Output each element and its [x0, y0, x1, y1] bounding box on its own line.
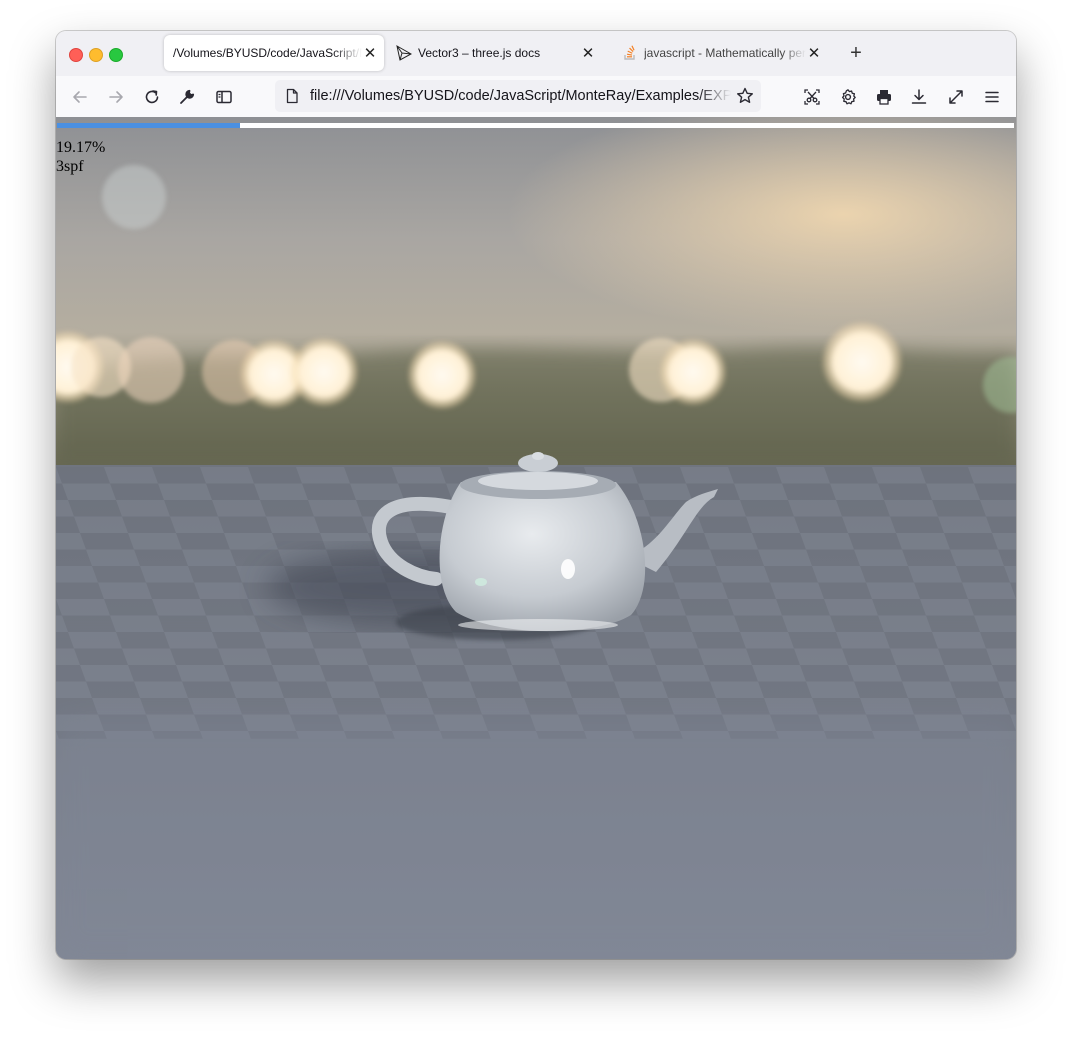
close-window-button[interactable]	[69, 48, 83, 62]
render-progress-fill	[57, 123, 241, 128]
maximize-window-button[interactable]	[109, 48, 123, 62]
back-icon	[73, 91, 87, 103]
settings-icon	[841, 89, 856, 105]
render-progress-bar	[57, 123, 1014, 128]
page-content: 19.17% 3spf	[56, 117, 1016, 959]
tab-label: Vector3 – three.js docs	[418, 46, 541, 60]
print-button[interactable]	[871, 84, 897, 110]
sidebar-button[interactable]	[211, 84, 237, 110]
close-tab-icon[interactable]: ✕	[806, 45, 822, 62]
tools-button[interactable]	[174, 84, 200, 110]
tab-label: javascript - Mathematically perfect	[644, 46, 806, 60]
progress-percent-text: 19.17%	[56, 139, 106, 156]
print-icon	[877, 90, 891, 105]
tab-label: /Volumes/BYUSD/code/JavaScript/MonteRay/…	[173, 46, 362, 60]
menu-icon	[985, 91, 999, 103]
back-button[interactable]	[67, 84, 93, 110]
tab-active[interactable]: /Volumes/BYUSD/code/JavaScript/MonteRay/…	[164, 35, 384, 71]
bookmark-star-icon[interactable]	[735, 86, 755, 106]
tab-threejs-docs[interactable]: Vector3 – three.js docs ✕	[386, 35, 602, 71]
close-tab-icon[interactable]: ✕	[362, 45, 378, 62]
close-tab-icon[interactable]: ✕	[580, 45, 596, 62]
browser-window: /Volumes/BYUSD/code/JavaScript/MonteRay/…	[56, 31, 1016, 959]
download-icon	[911, 89, 927, 104]
samples-per-frame-text: 3spf	[56, 158, 84, 175]
screenshot-button[interactable]	[799, 84, 825, 110]
url-text[interactable]: file:///Volumes/BYUSD/code/JavaScript/Mo…	[310, 88, 731, 104]
tab-strip: /Volumes/BYUSD/code/JavaScript/MonteRay/…	[56, 31, 1016, 76]
fullscreen-button[interactable]	[943, 84, 969, 110]
reload-icon	[145, 90, 159, 104]
page-icon	[286, 88, 298, 104]
render-canvas[interactable]	[56, 117, 1016, 959]
forward-icon	[109, 91, 123, 103]
settings-button[interactable]	[835, 84, 861, 110]
wrench-icon	[180, 89, 195, 104]
render-stats: 19.17% 3spf	[56, 138, 105, 176]
stackoverflow-icon	[622, 45, 638, 61]
app-menu-button[interactable]	[979, 84, 1005, 110]
reload-button[interactable]	[139, 84, 165, 110]
threejs-icon	[396, 45, 412, 61]
fullscreen-icon	[949, 90, 963, 104]
forward-button[interactable]	[103, 84, 129, 110]
minimize-window-button[interactable]	[89, 48, 103, 62]
address-bar[interactable]: file:///Volumes/BYUSD/code/JavaScript/Mo…	[275, 80, 761, 112]
downloads-button[interactable]	[906, 84, 932, 110]
new-tab-button[interactable]: +	[846, 43, 866, 64]
screenshot-icon	[804, 89, 820, 105]
sidebar-icon	[216, 90, 232, 104]
tab-stackoverflow[interactable]: javascript - Mathematically perfect ✕	[612, 35, 828, 71]
navigation-toolbar: file:///Volumes/BYUSD/code/JavaScript/Mo…	[56, 76, 1016, 118]
